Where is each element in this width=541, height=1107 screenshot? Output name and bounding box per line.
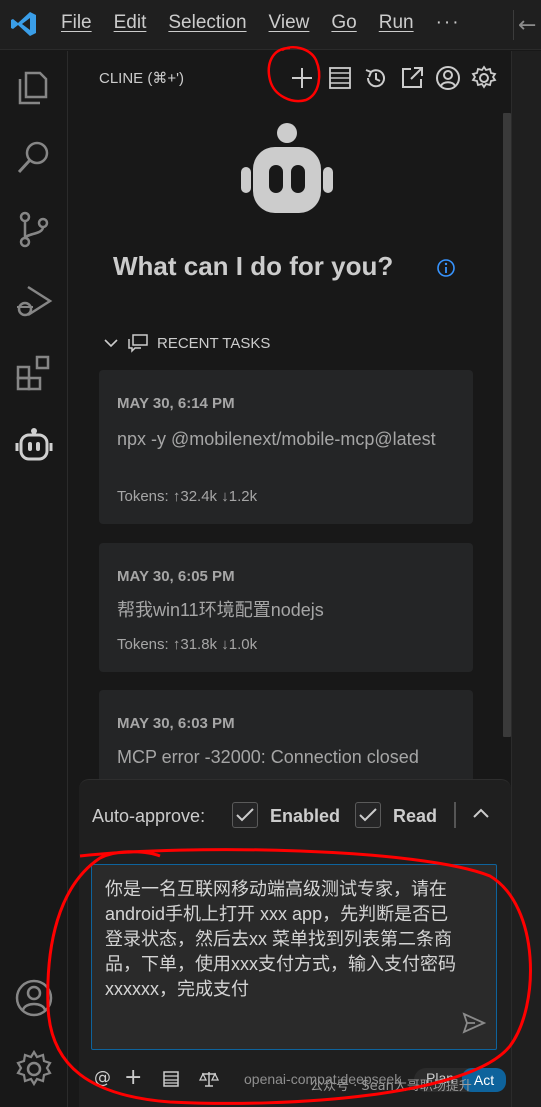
scale-rules-icon[interactable] (199, 1070, 219, 1088)
add-context-plus-button[interactable]: + (124, 1065, 142, 1090)
auto-approve-enabled-checkbox[interactable] (232, 802, 258, 828)
watermark: 公众号 · Sean大哥职场提升 (310, 1079, 472, 1094)
auto-approve-divider (454, 802, 457, 828)
scrollbar[interactable] (503, 113, 511, 737)
task-date: MAY 30, 6:14 PM (117, 395, 235, 412)
source-control-icon[interactable] (14, 209, 54, 249)
menu-bar: File Edit Selection View Go Run ··· (61, 12, 483, 34)
recent-tasks-header[interactable]: RECENT TASKS (103, 333, 270, 353)
search-icon[interactable] (14, 137, 54, 177)
task-tokens: Tokens: ↑32.4k ↓1.2k (117, 488, 258, 505)
new-task-plus-icon[interactable] (289, 65, 315, 91)
task-text: npx -y @mobilenext/mobile-mcp@latest (117, 429, 436, 449)
title-bar: File Edit Selection View Go Run ··· ← (0, 0, 541, 50)
titlebar-divider (513, 10, 514, 40)
auto-approve-read-checkbox[interactable] (355, 802, 381, 828)
extensions-icon[interactable] (14, 353, 54, 393)
task-date: MAY 30, 6:03 PM (117, 715, 235, 732)
auto-approve-read-label: Read (393, 806, 438, 826)
task-date: MAY 30, 6:05 PM (117, 568, 235, 585)
cline-sidebar: CLINE (⌘+') What can I do for you? RECEN… (69, 51, 511, 1107)
task-card[interactable]: MAY 30, 6:05 PM 帮我win11环境配置nodejs Tokens… (99, 543, 473, 672)
auto-approve-enabled-label: Enabled (270, 806, 341, 826)
account-icon[interactable] (14, 978, 54, 1018)
run-debug-icon[interactable] (14, 281, 54, 321)
activity-bar (0, 51, 68, 1107)
back-arrow-icon[interactable]: ← (518, 13, 536, 38)
menu-go[interactable]: Go (331, 12, 356, 34)
menu-edit[interactable]: Edit (114, 12, 147, 34)
task-text: MCP error -32000: Connection closed (117, 747, 419, 767)
history-icon[interactable] (363, 65, 389, 91)
chevron-down-icon (104, 339, 118, 348)
explorer-icon[interactable] (14, 67, 54, 107)
vscode-logo-icon (11, 12, 36, 36)
settings-icon[interactable] (471, 65, 497, 91)
task-input[interactable]: 你是一名互联网移动端高级测试专家，请在android手机上打开 xxx app，… (91, 864, 497, 1050)
account-profile-icon[interactable] (435, 65, 461, 91)
checkmark-icon (359, 808, 377, 822)
welcome-heading: What can I do for you? (113, 251, 394, 281)
chat-input-panel: Auto-approve: Enabled Read 你是一名互联网移动端高级测… (79, 779, 511, 1107)
mention-at-button[interactable]: @ (94, 1068, 111, 1088)
menu-file[interactable]: File (61, 12, 92, 34)
panel-title: CLINE (⌘+') (99, 70, 184, 87)
mcp-servers-icon[interactable] (327, 65, 353, 91)
menu-more[interactable]: ··· (436, 12, 461, 34)
menu-selection[interactable]: Selection (168, 12, 246, 34)
cline-robot-logo-icon (241, 123, 333, 213)
editor-edge (511, 51, 541, 1107)
mcp-server-icon[interactable] (162, 1070, 180, 1088)
checkmark-icon (236, 808, 254, 822)
open-in-editor-icon[interactable] (399, 65, 425, 91)
send-icon[interactable] (462, 1011, 486, 1035)
comment-discussion-icon (128, 334, 148, 353)
auto-approve-label: Auto-approve: (92, 806, 206, 826)
recent-tasks-label: RECENT TASKS (157, 334, 271, 352)
cline-robot-icon[interactable] (14, 425, 54, 465)
settings-gear-icon[interactable] (14, 1049, 54, 1089)
task-tokens: Tokens: ↑31.8k ↓1.0k (117, 636, 258, 653)
task-card[interactable]: MAY 30, 6:14 PM npx -y @mobilenext/mobil… (99, 370, 473, 524)
chevron-up-icon[interactable] (469, 802, 493, 826)
menu-view[interactable]: View (269, 12, 310, 34)
task-text: 帮我win11环境配置nodejs (117, 600, 324, 620)
task-input-text: 你是一名互联网移动端高级测试专家，请在android手机上打开 xxx app，… (105, 879, 456, 999)
info-icon[interactable] (436, 258, 456, 278)
menu-run[interactable]: Run (379, 12, 414, 34)
